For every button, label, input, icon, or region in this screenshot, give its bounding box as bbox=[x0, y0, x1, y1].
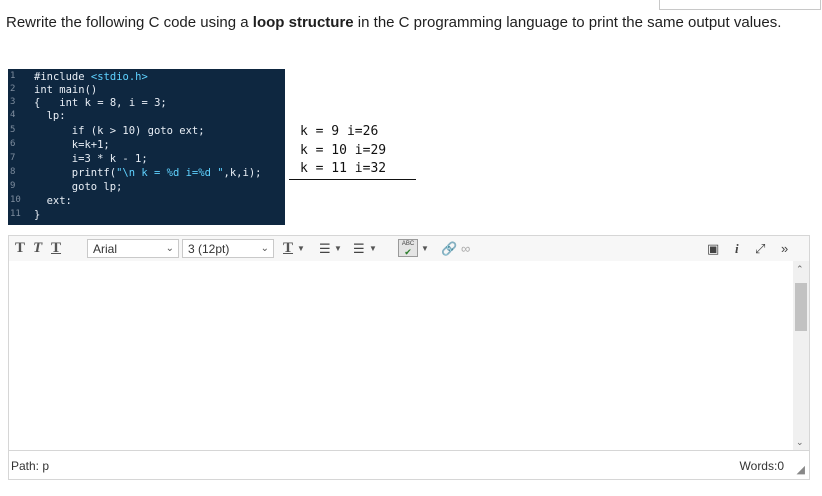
code-text: ext: bbox=[46, 195, 72, 207]
underline-button[interactable]: T bbox=[51, 239, 61, 258]
output-line: k = 11 i=32 bbox=[289, 160, 416, 180]
bold-button[interactable]: T bbox=[15, 239, 25, 258]
editor-scrollbar[interactable]: ⌃ ⌄ bbox=[793, 261, 809, 450]
line-number: 5 bbox=[10, 125, 16, 135]
info-icon[interactable]: i bbox=[735, 239, 739, 258]
line-number: 10 bbox=[10, 195, 21, 205]
scroll-thumb[interactable] bbox=[795, 283, 807, 331]
line-number: 9 bbox=[10, 181, 16, 191]
chevron-down-icon[interactable]: ▼ bbox=[421, 239, 429, 258]
line-number: 3 bbox=[10, 97, 16, 107]
code-text: k=k+1; bbox=[71, 139, 110, 151]
scroll-up-icon[interactable]: ⌃ bbox=[796, 264, 804, 275]
line-number: 4 bbox=[10, 110, 16, 120]
scroll-down-icon[interactable]: ⌄ bbox=[796, 437, 804, 448]
line-number: 8 bbox=[10, 167, 16, 177]
line-number: 2 bbox=[10, 84, 16, 94]
italic-button[interactable]: T bbox=[33, 239, 42, 258]
code-text: if (k > 10) goto ext; bbox=[71, 125, 205, 137]
chevron-down-icon[interactable]: ▼ bbox=[297, 239, 305, 258]
font-family-value: Arial bbox=[93, 242, 118, 256]
code-image: 1 #include <stdio.h> 2 int main() 3 { int k =… bbox=[8, 69, 285, 225]
editor-area[interactable]: ⌃ ⌄ bbox=[8, 261, 810, 451]
word-count: Words:0 bbox=[739, 459, 784, 473]
code-text: printf("\n k = %d i=%d ",k,i); bbox=[71, 167, 262, 179]
bullet-list-icon[interactable]: ☰ bbox=[319, 239, 331, 258]
question-bold: loop structure bbox=[252, 14, 354, 31]
code-text: #include <stdio.h> bbox=[34, 71, 148, 83]
code-text: { int k = 8, i = 3; bbox=[34, 97, 167, 109]
spellcheck-button[interactable]: ABC ✔ bbox=[398, 239, 418, 257]
output-line: k = 10 i=29 bbox=[300, 142, 387, 158]
editor-status-bar: Path: p Words:0 ◢ bbox=[8, 451, 810, 480]
question-text: Rewrite the following C code using a loo… bbox=[6, 12, 806, 34]
code-text: lp: bbox=[46, 110, 66, 122]
line-number: 1 bbox=[10, 71, 16, 81]
font-size-value: 3 (12pt) bbox=[188, 242, 230, 256]
output-panel: k = 9 i=26 k = 10 i=29 k = 11 i=32 bbox=[289, 123, 416, 180]
font-family-select[interactable]: Arial ⌄ bbox=[87, 239, 179, 258]
chevron-down-icon[interactable]: ▼ bbox=[334, 239, 342, 258]
numbered-list-icon[interactable]: ☰ bbox=[353, 239, 365, 258]
question-part2: in the C programming language to print t… bbox=[353, 14, 782, 31]
top-box bbox=[659, 0, 821, 10]
unlink-icon[interactable]: ∞ bbox=[461, 239, 470, 258]
line-number: 11 bbox=[10, 209, 21, 219]
link-icon[interactable]: 🔗 bbox=[441, 239, 457, 258]
code-text: } bbox=[34, 209, 41, 221]
chevron-down-icon: ⌄ bbox=[260, 243, 269, 254]
more-icon[interactable]: » bbox=[781, 239, 788, 258]
font-size-select[interactable]: 3 (12pt) ⌄ bbox=[182, 239, 274, 258]
fullscreen-icon[interactable]: ⤢ bbox=[755, 239, 765, 258]
code-text: i=3 * k - 1; bbox=[71, 153, 148, 165]
chevron-down-icon: ⌄ bbox=[165, 243, 174, 254]
line-number: 7 bbox=[10, 153, 16, 163]
question-part1: Rewrite the following C code using a bbox=[6, 14, 253, 31]
chevron-down-icon[interactable]: ▼ bbox=[369, 239, 377, 258]
insert-image-icon[interactable]: ▣ bbox=[707, 239, 719, 258]
path-label: Path: p bbox=[11, 459, 50, 473]
code-text: int main() bbox=[34, 84, 98, 96]
code-text: goto lp; bbox=[71, 181, 123, 193]
checkmark-icon: ✔ bbox=[404, 247, 412, 257]
text-color-button[interactable]: T bbox=[283, 239, 293, 258]
line-number: 6 bbox=[10, 139, 16, 149]
output-line: k = 9 i=26 bbox=[300, 124, 379, 139]
resize-grip-icon[interactable]: ◢ bbox=[797, 463, 805, 476]
editor-toolbar: T T T Arial ⌄ 3 (12pt) ⌄ T ▼ ☰ ▼ ☰ ▼ ABC… bbox=[8, 235, 810, 263]
